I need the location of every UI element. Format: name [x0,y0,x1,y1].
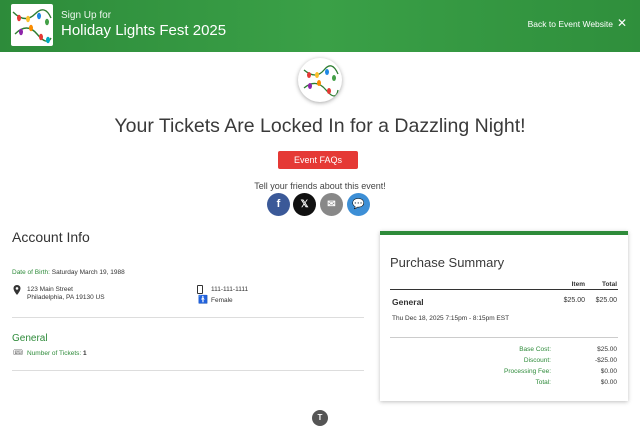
column-header-item: Item [571,281,585,288]
ticket-icon: 🎟 [13,348,24,357]
date-of-birth: Date of Birth: Saturday March 19, 1988 [12,269,125,276]
summary-label: Discount: [523,357,551,364]
summary-row-total: Total: $0.00 [397,379,617,389]
address-line-1: 123 Main Street [27,286,73,293]
divider [390,337,618,338]
facebook-icon[interactable]: f [267,193,290,216]
phone-number: 111-111-1111 [211,286,249,293]
person-icon: 🚹 [198,295,208,304]
summary-label: Base Cost: [519,346,551,353]
column-header-total: Total [601,281,617,288]
address-line-2: Philadelphia, PA 19130 US [27,294,105,301]
line-item-total: $25.00 [595,297,617,304]
tickets-value: 1 [83,350,87,357]
tickets-label: Number of Tickets: [27,350,82,357]
ticket-count: Number of Tickets: 1 [27,350,87,357]
purchase-summary-card: Purchase Summary Item Total General $25.… [380,231,628,401]
line-item-date: Thu Dec 18, 2025 7:15pm - 8:15pm EST [392,315,510,322]
x-icon[interactable]: 𝕏 [293,193,316,216]
brand-badge-icon[interactable]: T [312,410,328,426]
email-icon[interactable]: ✉ [320,193,343,216]
close-icon[interactable]: ✕ [617,16,627,30]
phone-icon [197,285,203,294]
event-title: Holiday Lights Fest 2025 [61,22,227,39]
string-lights-icon [12,9,52,44]
dob-label: Date of Birth: [12,269,50,276]
line-item-name: General [392,297,424,307]
summary-value: $0.00 [600,368,617,375]
back-to-event-link[interactable]: Back to Event Website [528,19,613,29]
summary-label: Total: [535,379,551,386]
gender-value: Female [211,297,233,304]
header-pretitle: Sign Up for [61,10,112,21]
summary-row-base-cost: Base Cost: $25.00 [397,346,617,356]
event-faqs-button[interactable]: Event FAQs [278,151,358,169]
page-headline: Your Tickets Are Locked In for a Dazzlin… [114,115,526,137]
summary-row-processing-fee: Processing Fee: $0.00 [397,368,617,378]
account-info-heading: Account Info [12,229,90,245]
chat-icon[interactable]: 💬 [347,193,370,216]
dob-value: Saturday March 19, 1988 [51,269,125,276]
divider [12,317,364,318]
location-pin-icon [13,285,21,295]
purchase-summary-heading: Purchase Summary [390,255,505,270]
divider [390,289,618,290]
summary-value: $0.00 [600,379,617,386]
string-lights-icon [303,65,339,97]
event-logo-round [298,58,342,102]
line-item-price: $25.00 [563,297,585,304]
summary-label: Processing Fee: [504,368,551,375]
summary-row-discount: Discount: -$25.00 [397,357,617,367]
ticket-group-heading: General [12,333,48,344]
summary-value: -$25.00 [594,357,617,364]
site-header: Sign Up for Holiday Lights Fest 2025 Bac… [0,0,640,52]
divider [12,370,364,371]
share-prompt: Tell your friends about this event! [254,181,386,191]
event-logo [11,4,53,46]
summary-value: $25.00 [597,346,617,353]
